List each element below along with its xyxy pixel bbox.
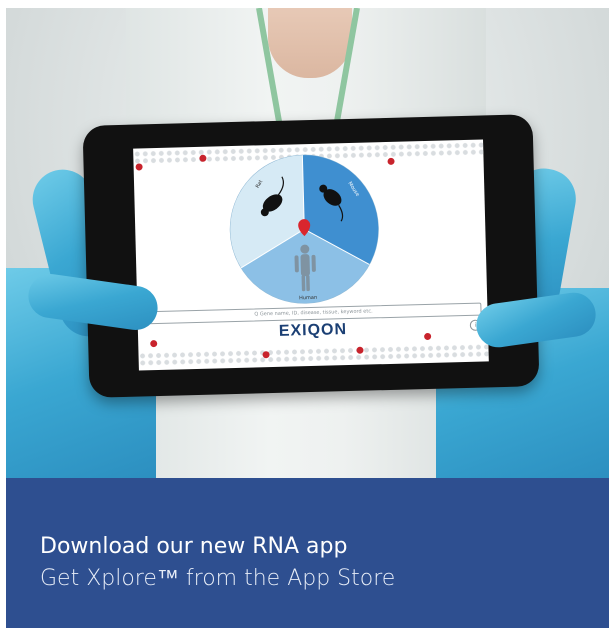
red-dot-marker xyxy=(387,157,395,165)
tablet-screen: Rat Mouse Human Q Gene name, ID, disease… xyxy=(133,139,489,371)
cta-subline: Get Xplore™ from the App Store xyxy=(40,566,396,591)
decorative-dot-grid-bottom xyxy=(138,343,489,367)
species-selector-wheel[interactable]: Rat Mouse Human xyxy=(227,152,381,306)
cta-headline: Download our new RNA app xyxy=(40,534,348,559)
wheel-label-human: Human xyxy=(299,295,317,301)
ad-card[interactable]: Rat Mouse Human Q Gene name, ID, disease… xyxy=(6,8,609,628)
hero-photo: Rat Mouse Human Q Gene name, ID, disease… xyxy=(6,8,609,478)
cta-banner[interactable]: Download our new RNA app Get Xplore™ fro… xyxy=(6,478,609,628)
red-dot-marker xyxy=(135,163,143,171)
tablet-device: Rat Mouse Human Q Gene name, ID, disease… xyxy=(82,114,540,398)
